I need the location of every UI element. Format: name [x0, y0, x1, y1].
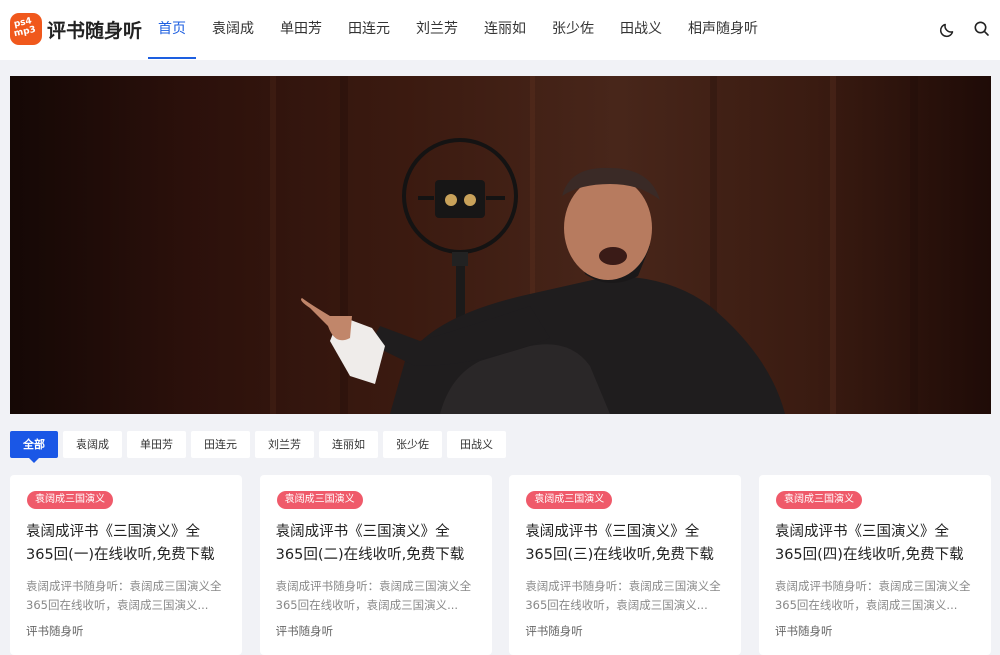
filter-tab-liulanfang[interactable]: 刘兰芳 [255, 431, 314, 458]
nav-item-liulanfang[interactable]: 刘兰芳 [406, 0, 468, 60]
article-excerpt: 袁阔成评书随身听：袁阔成三国演义全365回在线收听，袁阔成三国演义... [275, 579, 472, 612]
site-header: ps4 mp3 评书随身听 首页 袁阔成 单田芳 田连元 刘兰芳 连丽如 张少佐… [0, 0, 1000, 60]
filter-tab-shantianfang[interactable]: 单田芳 [127, 431, 186, 458]
article-source: 评书随身听 [774, 624, 833, 638]
article-card-list: 袁阔成三国演义 袁阔成评书《三国演义》全365回(一)在线收听,免费下载 袁阔成… [10, 475, 991, 655]
article-card[interactable]: 袁阔成三国演义 袁阔成评书《三国演义》全365回(一)在线收听,免费下载 袁阔成… [10, 475, 242, 655]
article-excerpt: 袁阔成评书随身听：袁阔成三国演义全365回在线收听，袁阔成三国演义... [774, 579, 971, 612]
nav-item-tianzhanyi[interactable]: 田战义 [610, 0, 672, 60]
filter-tab-lianliru[interactable]: 连丽如 [319, 431, 378, 458]
article-source: 评书随身听 [26, 624, 84, 638]
category-tag[interactable]: 袁阔成三国演义 [27, 491, 113, 509]
article-title[interactable]: 袁阔成评书《三国演义》全365回(三)在线收听,免费下载 [525, 521, 725, 567]
article-excerpt: 袁阔成评书随身听：袁阔成三国演义全365回在线收听，袁阔成三国演义... [525, 579, 721, 612]
site-logo[interactable]: ps4 mp3 评书随身听 [10, 12, 142, 46]
filter-tab-all[interactable]: 全部 [10, 431, 58, 463]
logo-badge-line2: mp3 [13, 24, 37, 40]
nav-item-xiangsheng[interactable]: 相声随身听 [678, 0, 768, 60]
article-title[interactable]: 袁阔成评书《三国演义》全365回(四)在线收听,免费下载 [775, 521, 975, 567]
category-tag[interactable]: 袁阔成三国演义 [775, 491, 862, 509]
article-source: 评书随身听 [525, 624, 583, 638]
nav-item-yuankuocheng[interactable]: 袁阔成 [202, 0, 264, 60]
nav-item-tianlianyuan[interactable]: 田连元 [338, 0, 400, 60]
category-tag[interactable]: 袁阔成三国演义 [526, 491, 613, 509]
filter-tab-zhangshaozuo[interactable]: 张少佐 [383, 431, 442, 458]
category-tag[interactable]: 袁阔成三国演义 [276, 491, 363, 509]
article-card[interactable]: 袁阔成三国演义 袁阔成评书《三国演义》全365回(二)在线收听,免费下载 袁阔成… [259, 475, 492, 655]
category-filter-tabs: 全部 袁阔成 单田芳 田连元 刘兰芳 连丽如 张少佐 田战义 [10, 431, 511, 463]
nav-item-lianliru[interactable]: 连丽如 [474, 0, 536, 60]
article-title[interactable]: 袁阔成评书《三国演义》全365回(二)在线收听,免费下载 [276, 521, 476, 567]
search-icon[interactable] [972, 19, 992, 39]
filter-tab-yuankuocheng[interactable]: 袁阔成 [63, 431, 122, 458]
article-title[interactable]: 袁阔成评书《三国演义》全365回(一)在线收听,免费下载 [26, 521, 226, 567]
article-excerpt: 袁阔成评书随身听：袁阔成三国演义全365回在线收听，袁阔成三国演义... [26, 579, 222, 612]
article-card[interactable]: 袁阔成三国演义 袁阔成评书《三国演义》全365回(四)在线收听,免费下载 袁阔成… [758, 475, 991, 655]
article-card[interactable]: 袁阔成三国演义 袁阔成评书《三国演义》全365回(三)在线收听,免费下载 袁阔成… [509, 475, 742, 655]
banner-illustration [270, 76, 918, 414]
logo-badge: ps4 mp3 [10, 13, 42, 45]
nav-item-shantianfang[interactable]: 单田芳 [270, 0, 332, 60]
filter-tab-tianlianyuan[interactable]: 田连元 [191, 431, 250, 458]
main-nav: 首页 袁阔成 单田芳 田连元 刘兰芳 连丽如 张少佐 田战义 相声随身听 [148, 0, 774, 60]
moon-icon[interactable] [938, 19, 958, 39]
filter-tab-tianzhanyi[interactable]: 田战义 [447, 431, 506, 458]
nav-item-home[interactable]: 首页 [148, 0, 196, 60]
hero-banner-image[interactable] [10, 76, 991, 414]
logo-text: 评书随身听 [47, 19, 143, 42]
nav-item-zhangshaozuo[interactable]: 张少佐 [542, 0, 604, 60]
article-source: 评书随身听 [275, 624, 334, 638]
